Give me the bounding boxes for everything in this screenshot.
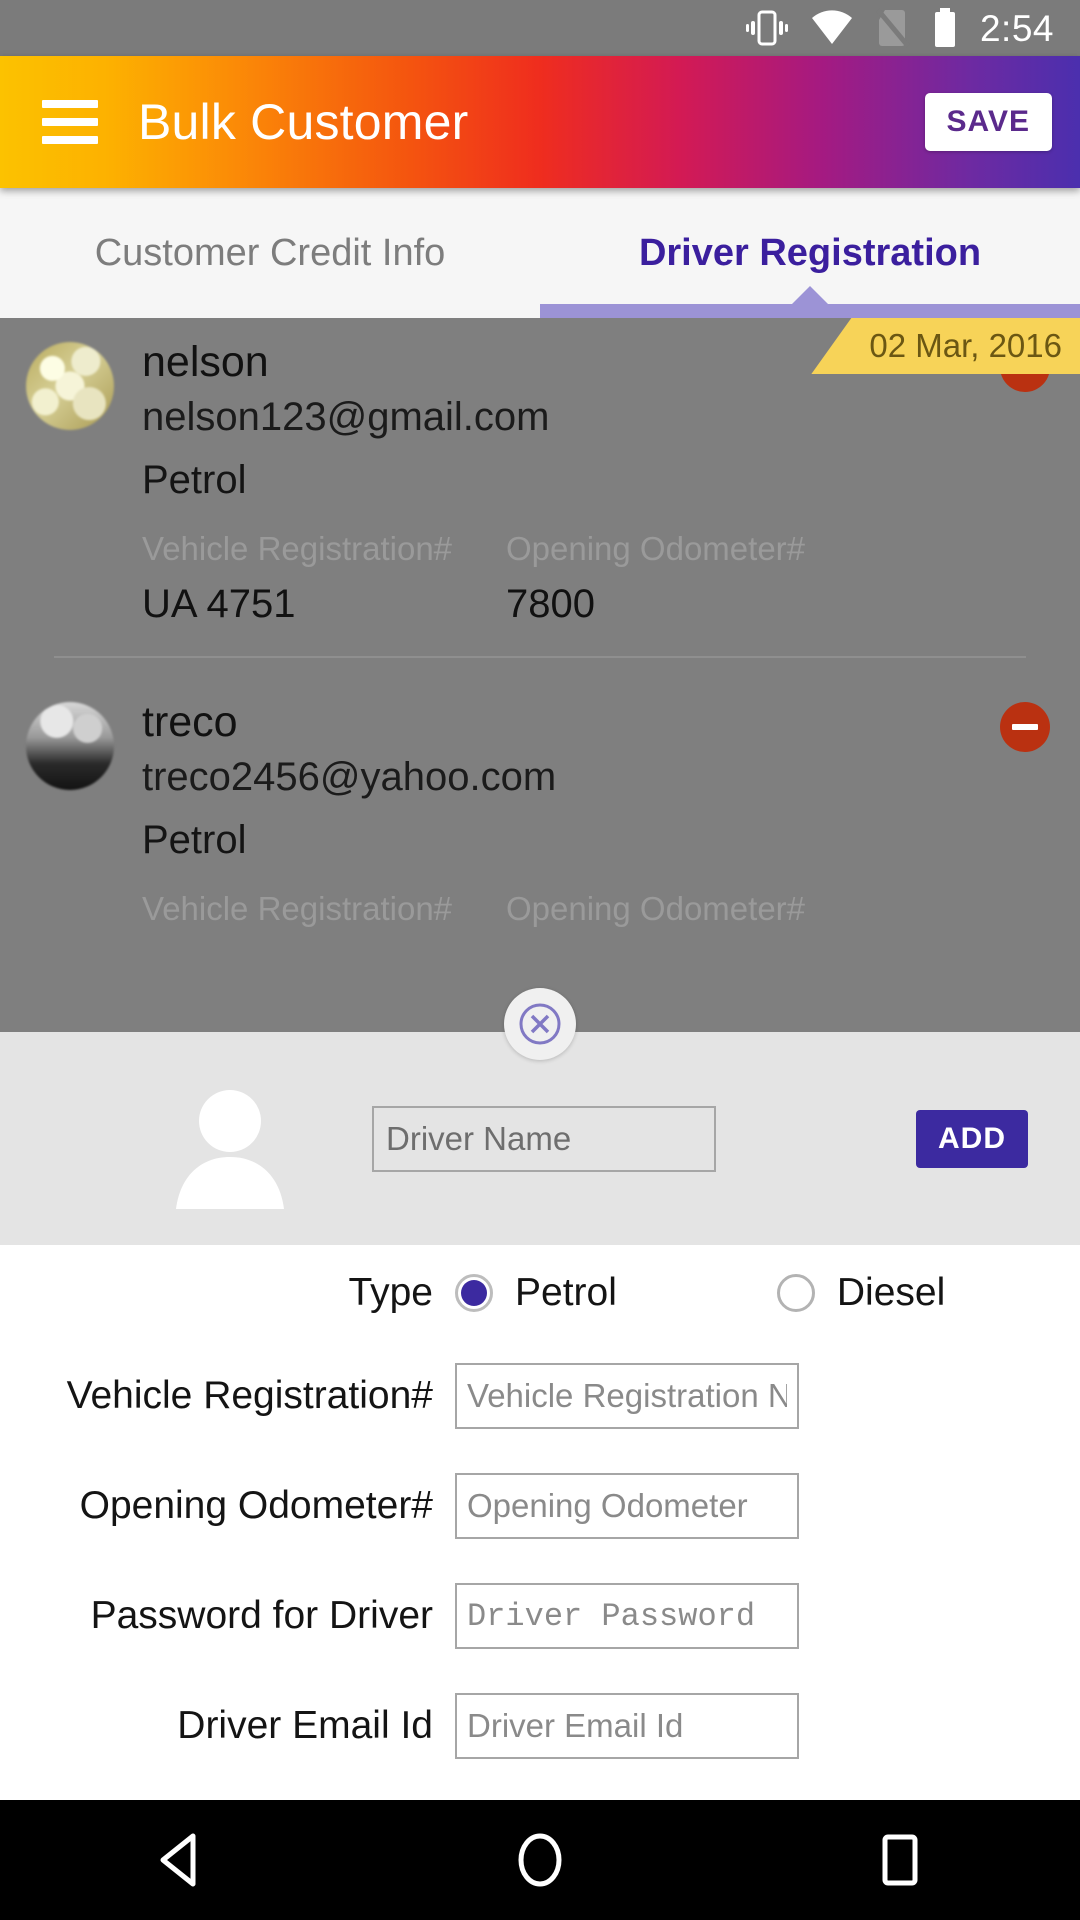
field-row-driver-password: Password for Driver: [0, 1561, 1080, 1671]
tab-bar: Customer Credit Info Driver Registration: [0, 188, 1080, 318]
radio-petrol-indicator: [455, 1274, 493, 1312]
add-driver-sheet: ADD: [0, 1032, 1080, 1245]
app-bar: Bulk Customer SAVE: [0, 56, 1080, 188]
radio-petrol-label: Petrol: [515, 1271, 617, 1314]
driver-email: nelson123@gmail.com: [142, 395, 550, 440]
tab-label: Customer Credit Info: [94, 231, 446, 274]
type-label: Type: [348, 1271, 433, 1314]
vehicle-registration-label: Vehicle Registration#: [142, 890, 453, 928]
close-circle-icon[interactable]: [504, 988, 576, 1060]
system-nav-bar: [0, 1800, 1080, 1920]
status-bar: 2:54: [0, 0, 1080, 56]
tab-driver-registration[interactable]: Driver Registration: [540, 188, 1080, 318]
tab-customer-credit-info[interactable]: Customer Credit Info: [0, 188, 540, 318]
status-bar-time: 2:54: [979, 7, 1054, 49]
driver-name-input[interactable]: [372, 1105, 716, 1172]
hamburger-menu-icon[interactable]: [42, 100, 98, 144]
screen-root: 2:54 Bulk Customer SAVE Customer Credit …: [0, 0, 1080, 1920]
vehicle-registration-label: Vehicle Registration#: [66, 1374, 433, 1417]
opening-odometer-label: Opening Odometer#: [506, 530, 806, 568]
no-sim-icon: [876, 8, 910, 48]
home-circle-icon[interactable]: [480, 1800, 600, 1920]
driver-name: treco: [142, 697, 238, 746]
back-triangle-icon[interactable]: [120, 1800, 240, 1920]
avatar: [26, 342, 114, 430]
add-driver-button[interactable]: ADD: [916, 1109, 1028, 1168]
person-placeholder-icon[interactable]: [154, 1062, 306, 1215]
vibrate-icon: [745, 10, 788, 46]
driver-fuel-type: Petrol: [142, 818, 247, 863]
wifi-icon: [811, 10, 852, 44]
save-button[interactable]: SAVE: [924, 93, 1052, 151]
vehicle-registration-label: Vehicle Registration#: [142, 530, 453, 568]
driver-list-item[interactable]: treco treco2456@yahoo.com Petrol Vehicle…: [0, 658, 1080, 934]
opening-odometer-value: 7800: [506, 581, 595, 626]
driver-password-input[interactable]: [455, 1583, 799, 1649]
field-row-opening-odometer: Opening Odometer#: [0, 1451, 1080, 1561]
opening-odometer-input[interactable]: [455, 1473, 799, 1539]
fuel-type-row: Type Petrol Diesel: [0, 1245, 1080, 1341]
tab-indicator-arrow: [792, 286, 828, 304]
tab-indicator-underline: [540, 304, 1080, 318]
driver-email-input[interactable]: [455, 1693, 799, 1759]
radio-petrol[interactable]: Petrol: [455, 1271, 617, 1315]
opening-odometer-label: Opening Odometer#: [79, 1484, 433, 1527]
radio-diesel-label: Diesel: [836, 1271, 946, 1314]
vehicle-registration-input[interactable]: [455, 1363, 799, 1429]
driver-password-label: Password for Driver: [90, 1594, 433, 1637]
opening-odometer-label: Opening Odometer#: [506, 890, 806, 928]
remove-circle-icon[interactable]: [1000, 701, 1050, 752]
status-icon-group: [745, 8, 958, 48]
driver-fuel-type: Petrol: [142, 458, 247, 503]
page-title: Bulk Customer: [138, 94, 469, 150]
driver-form: Type Petrol Diesel Vehicle Registration#…: [0, 1245, 1080, 1800]
driver-email-label: Driver Email Id: [177, 1704, 433, 1747]
recents-square-icon[interactable]: [840, 1800, 960, 1920]
vehicle-registration-value: UA 4751: [142, 581, 296, 626]
radio-diesel[interactable]: Diesel: [776, 1271, 946, 1315]
close-icon-glyph: [519, 1003, 561, 1045]
date-badge: 02 Mar, 2016: [811, 318, 1080, 374]
driver-list: 02 Mar, 2016 nelson nelson123@gmail.com …: [0, 318, 1080, 1032]
field-row-driver-email: Driver Email Id: [0, 1671, 1080, 1781]
battery-icon: [934, 8, 955, 47]
driver-email: treco2456@yahoo.com: [142, 755, 557, 800]
avatar: [26, 701, 114, 790]
field-row-vehicle-registration: Vehicle Registration#: [0, 1341, 1080, 1451]
tab-label: Driver Registration: [638, 231, 982, 274]
radio-diesel-indicator: [776, 1274, 815, 1312]
